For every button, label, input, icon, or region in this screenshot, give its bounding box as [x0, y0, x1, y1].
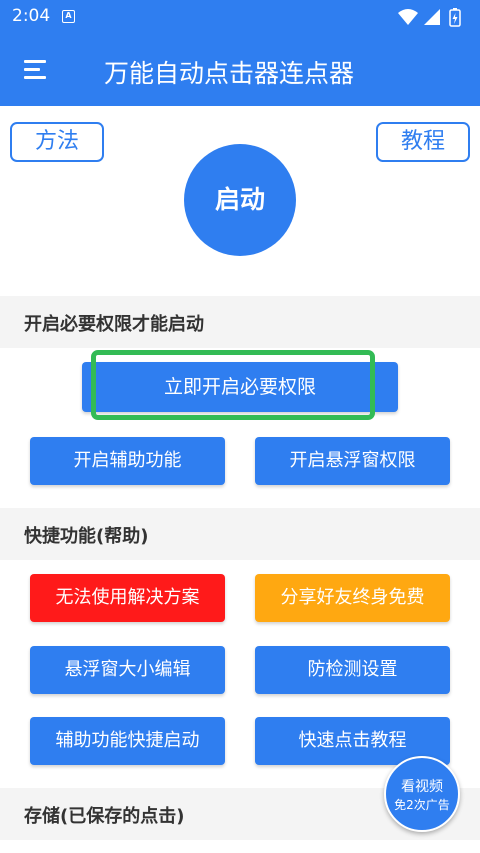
watch-video-floating-button[interactable]: 看视频 免2次广告 — [384, 756, 460, 832]
app-title: 万能自动点击器连点器 — [104, 59, 355, 88]
wifi-icon — [398, 9, 418, 25]
status-icons — [398, 8, 461, 27]
status-time: 2:04 — [12, 6, 51, 26]
tutorial-button[interactable]: 教程 — [376, 122, 470, 162]
battery-icon — [449, 8, 461, 27]
start-button[interactable]: 启动 — [184, 144, 296, 256]
permissions-section-title: 开启必要权限才能启动 — [24, 314, 204, 335]
overlay-size-button[interactable]: 悬浮窗大小编辑 — [30, 646, 225, 694]
enable-overlay-button[interactable]: 开启悬浮窗权限 — [255, 437, 450, 485]
watch-video-label: 看视频 — [401, 779, 443, 795]
anti-detection-button[interactable]: 防检测设置 — [255, 646, 450, 694]
hamburger-line — [24, 60, 46, 63]
ad-free-label: 免2次广告 — [394, 798, 450, 812]
app-notification-icon: A — [62, 10, 75, 23]
storage-section-title: 存储(已保存的点击) — [24, 806, 185, 827]
signal-icon — [424, 9, 440, 25]
shortcuts-section-title: 快捷功能(帮助) — [24, 526, 149, 547]
permissions-section-header: 开启必要权限才能启动 — [0, 296, 480, 348]
troubleshoot-button[interactable]: 无法使用解决方案 — [30, 574, 225, 622]
shortcuts-section-header: 快捷功能(帮助) — [0, 508, 480, 560]
app-bar: 万能自动点击器连点器 — [0, 34, 480, 106]
enable-permissions-button[interactable]: 立即开启必要权限 — [82, 362, 398, 412]
method-button[interactable]: 方法 — [10, 122, 104, 162]
menu-button[interactable] — [22, 56, 52, 84]
enable-accessibility-button[interactable]: 开启辅助功能 — [30, 437, 225, 485]
hamburger-line — [24, 68, 40, 71]
status-bar: 2:04 A — [0, 0, 480, 34]
accessibility-shortcut-button[interactable]: 辅助功能快捷启动 — [30, 717, 225, 765]
hamburger-line — [24, 76, 46, 79]
share-friends-button[interactable]: 分享好友终身免费 — [255, 574, 450, 622]
